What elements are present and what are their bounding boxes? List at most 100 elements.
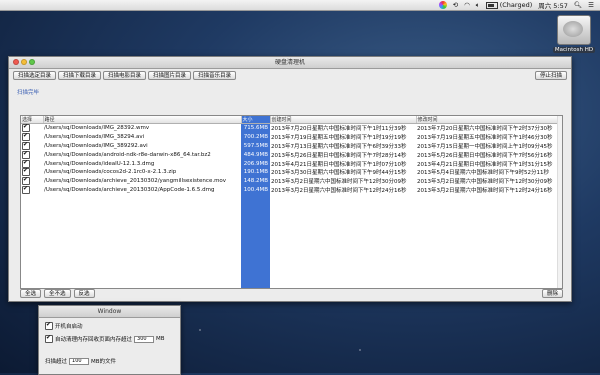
row-select-cell bbox=[21, 159, 43, 168]
row-created: 2013年4月21日星期日中国标准时间下午1时07分10秒 bbox=[271, 161, 407, 168]
empty-table-row bbox=[21, 238, 562, 248]
row-modified: 2013年7月15日星期一中国标准时间上午1时09分45秒 bbox=[417, 143, 553, 150]
row-path: /Users/sq/Downloads/android-ndk-r8e-darw… bbox=[44, 151, 211, 158]
empty-table-row bbox=[21, 282, 562, 288]
row-size: 148.2MB bbox=[241, 176, 270, 186]
table-header: 选择 路径 大小 创建时间 修改时间 bbox=[21, 116, 562, 124]
empty-table-row bbox=[21, 273, 562, 283]
empty-table-row bbox=[21, 203, 562, 212]
scan-selected-dir-button[interactable]: 扫描选定目录 bbox=[13, 71, 57, 80]
row-checkbox[interactable] bbox=[22, 177, 30, 186]
col-select[interactable]: 选择 bbox=[21, 116, 44, 124]
table-row[interactable]: /Users/sq/Downloads/archieve_20130302/Ap… bbox=[21, 185, 562, 195]
invert-selection-button[interactable]: 反选 bbox=[73, 289, 95, 298]
row-select-cell bbox=[21, 177, 43, 186]
zoom-button[interactable] bbox=[29, 59, 35, 65]
color-wheel-icon[interactable] bbox=[438, 1, 447, 9]
row-created: 2013年7月13日星期六中国标准时间下午6时39分33秒 bbox=[271, 143, 407, 150]
row-created: 2013年7月19日星期五中国标准时间下午1时19分19秒 bbox=[271, 135, 407, 142]
prefs-window-title: Window bbox=[97, 308, 122, 315]
close-button[interactable] bbox=[13, 59, 19, 65]
empty-table-row bbox=[21, 229, 562, 239]
row-checkbox[interactable] bbox=[22, 159, 30, 168]
bottom-bar: 全选 全不选 反选 删除 bbox=[20, 289, 563, 298]
scan-downloads-button[interactable]: 扫描下载目录 bbox=[58, 71, 102, 80]
file-table: 选择 路径 大小 创建时间 修改时间 /Users/sq/Downloads/I… bbox=[20, 115, 563, 289]
row-size: 190.1MB bbox=[241, 167, 270, 177]
window-title: 硬盘清理机 bbox=[274, 59, 305, 66]
auto-clean-threshold-input[interactable] bbox=[134, 335, 155, 343]
row-select-cell bbox=[21, 133, 43, 142]
row-created: 2013年5月26日星期日中国标准时间下午7时28分14秒 bbox=[271, 152, 407, 159]
minimize-button[interactable] bbox=[21, 59, 27, 65]
time-machine-icon[interactable]: ⟲ bbox=[453, 1, 458, 9]
row-path: /Users/sq/Downloads/ideaIU-12.1.3.dmg bbox=[44, 160, 155, 167]
table-row[interactable]: /Users/sq/Downloads/IMG_28392.wmv 715.6MB… bbox=[21, 123, 562, 133]
col-path[interactable]: 路径 bbox=[43, 116, 242, 124]
row-size: 100.4MB bbox=[241, 185, 270, 195]
row-checkbox[interactable] bbox=[22, 124, 30, 133]
scan-threshold-label: 扫描超过 bbox=[45, 359, 68, 365]
scan-pictures-button[interactable]: 扫描图片目录 bbox=[148, 71, 192, 80]
select-none-button[interactable]: 全不选 bbox=[44, 289, 71, 298]
disk-cleaner-window: 硬盘清理机 扫描选定目录 扫描下载目录 扫描电影目录 扫描图片目录 扫描音乐目录… bbox=[8, 56, 572, 302]
table-row[interactable]: /Users/sq/Downloads/archieve_20130302/ya… bbox=[21, 176, 562, 186]
battery-charge-text: (Charged) bbox=[499, 1, 533, 9]
window-titlebar[interactable]: 硬盘清理机 bbox=[9, 57, 571, 69]
launch-at-login-checkbox[interactable] bbox=[45, 321, 53, 330]
table-row[interactable]: /Users/sq/Downloads/android-ndk-r8e-darw… bbox=[21, 150, 562, 160]
scan-movies-button[interactable]: 扫描电影目录 bbox=[103, 71, 147, 80]
table-row[interactable]: /Users/sq/Downloads/IMG_38294.avi 700.2MB… bbox=[21, 132, 562, 142]
row-created: 2013年3月30日星期六中国标准时间下午9时44分15秒 bbox=[271, 170, 407, 177]
row-created: 2013年7月20日星期六中国标准时间下午1时11分39秒 bbox=[271, 126, 407, 133]
auto-clean-label: 自动清理内存回收页面内存超过 bbox=[55, 337, 133, 343]
menu-clock[interactable]: 周六 5:57 bbox=[538, 0, 568, 10]
row-checkbox[interactable] bbox=[22, 150, 30, 159]
empty-table-row bbox=[21, 194, 562, 204]
row-checkbox[interactable] bbox=[22, 142, 30, 150]
select-all-button[interactable]: 全选 bbox=[20, 289, 42, 298]
battery-icon bbox=[485, 1, 498, 9]
col-size[interactable]: 大小 bbox=[241, 116, 271, 124]
launch-at-login-row: 开机自启动 bbox=[45, 321, 83, 330]
battery-status[interactable]: (Charged) bbox=[485, 1, 533, 9]
row-modified: 2013年5月4日星期六中国标准时间下午9时52分11秒 bbox=[417, 170, 549, 177]
scan-threshold-input[interactable] bbox=[69, 357, 90, 365]
scan-status: 扫描完毕 bbox=[17, 90, 40, 96]
row-select-cell bbox=[21, 124, 43, 133]
row-select-cell bbox=[21, 168, 43, 177]
scan-threshold-unit: MB的文件 bbox=[91, 359, 117, 365]
wifi-icon[interactable]: ◠ bbox=[464, 1, 470, 9]
stop-scan-button[interactable]: 停止扫描 bbox=[534, 71, 567, 80]
row-size: 715.6MB bbox=[241, 123, 270, 133]
row-checkbox[interactable] bbox=[22, 186, 30, 194]
row-modified: 2013年4月21日星期日中国标准时间下午1时31分15秒 bbox=[417, 161, 553, 168]
row-path: /Users/sq/Downloads/archieve_20130302/ya… bbox=[44, 178, 227, 185]
table-row[interactable]: /Users/sq/Downloads/ideaIU-12.1.3.dmg 206… bbox=[21, 159, 562, 168]
empty-table-row bbox=[21, 247, 562, 256]
desktop-hard-drive[interactable]: Macintosh HD bbox=[552, 15, 596, 53]
table-row[interactable]: /Users/sq/Downloads/cocos2d-2.1rc0-x-2.1… bbox=[21, 167, 562, 177]
table-scrollbar[interactable] bbox=[557, 116, 562, 288]
volume-icon[interactable]: 🔈︎ bbox=[476, 1, 480, 10]
auto-clean-row: 自动清理内存回收页面内存超过 MB bbox=[45, 334, 165, 343]
hard-drive-label: Macintosh HD bbox=[552, 47, 596, 53]
delete-button[interactable]: 删除 bbox=[541, 289, 563, 298]
row-checkbox[interactable] bbox=[22, 133, 30, 142]
auto-clean-checkbox[interactable] bbox=[45, 334, 53, 343]
spotlight-search-icon[interactable]: 🔍︎ bbox=[574, 1, 582, 9]
launch-at-login-label: 开机自启动 bbox=[55, 324, 83, 330]
row-checkbox[interactable] bbox=[22, 168, 30, 177]
col-created[interactable]: 创建时间 bbox=[270, 116, 417, 124]
prefs-titlebar[interactable]: Window bbox=[39, 306, 180, 318]
row-modified: 2013年7月20日星期六中国标准时间下午2时37分30秒 bbox=[417, 126, 553, 133]
row-path: /Users/sq/Downloads/cocos2d-2.1rc0-x-2.1… bbox=[44, 169, 177, 176]
row-created: 2013年3月2日星期六中国标准时间下午12时30分09秒 bbox=[271, 179, 407, 186]
row-modified: 2013年7月19日星期五中国标准时间下午1时46分30秒 bbox=[417, 135, 553, 142]
notification-center-icon[interactable]: ☰ bbox=[588, 1, 594, 9]
table-row[interactable]: /Users/sq/Downloads/IMG_389292.avi 597.5M… bbox=[21, 141, 562, 151]
scan-music-button[interactable]: 扫描音乐目录 bbox=[193, 71, 237, 80]
row-modified: 2013年5月26日星期日中国标准时间下午7时56分16秒 bbox=[417, 152, 553, 159]
empty-table-row bbox=[21, 264, 562, 274]
col-modified[interactable]: 修改时间 bbox=[416, 116, 562, 124]
